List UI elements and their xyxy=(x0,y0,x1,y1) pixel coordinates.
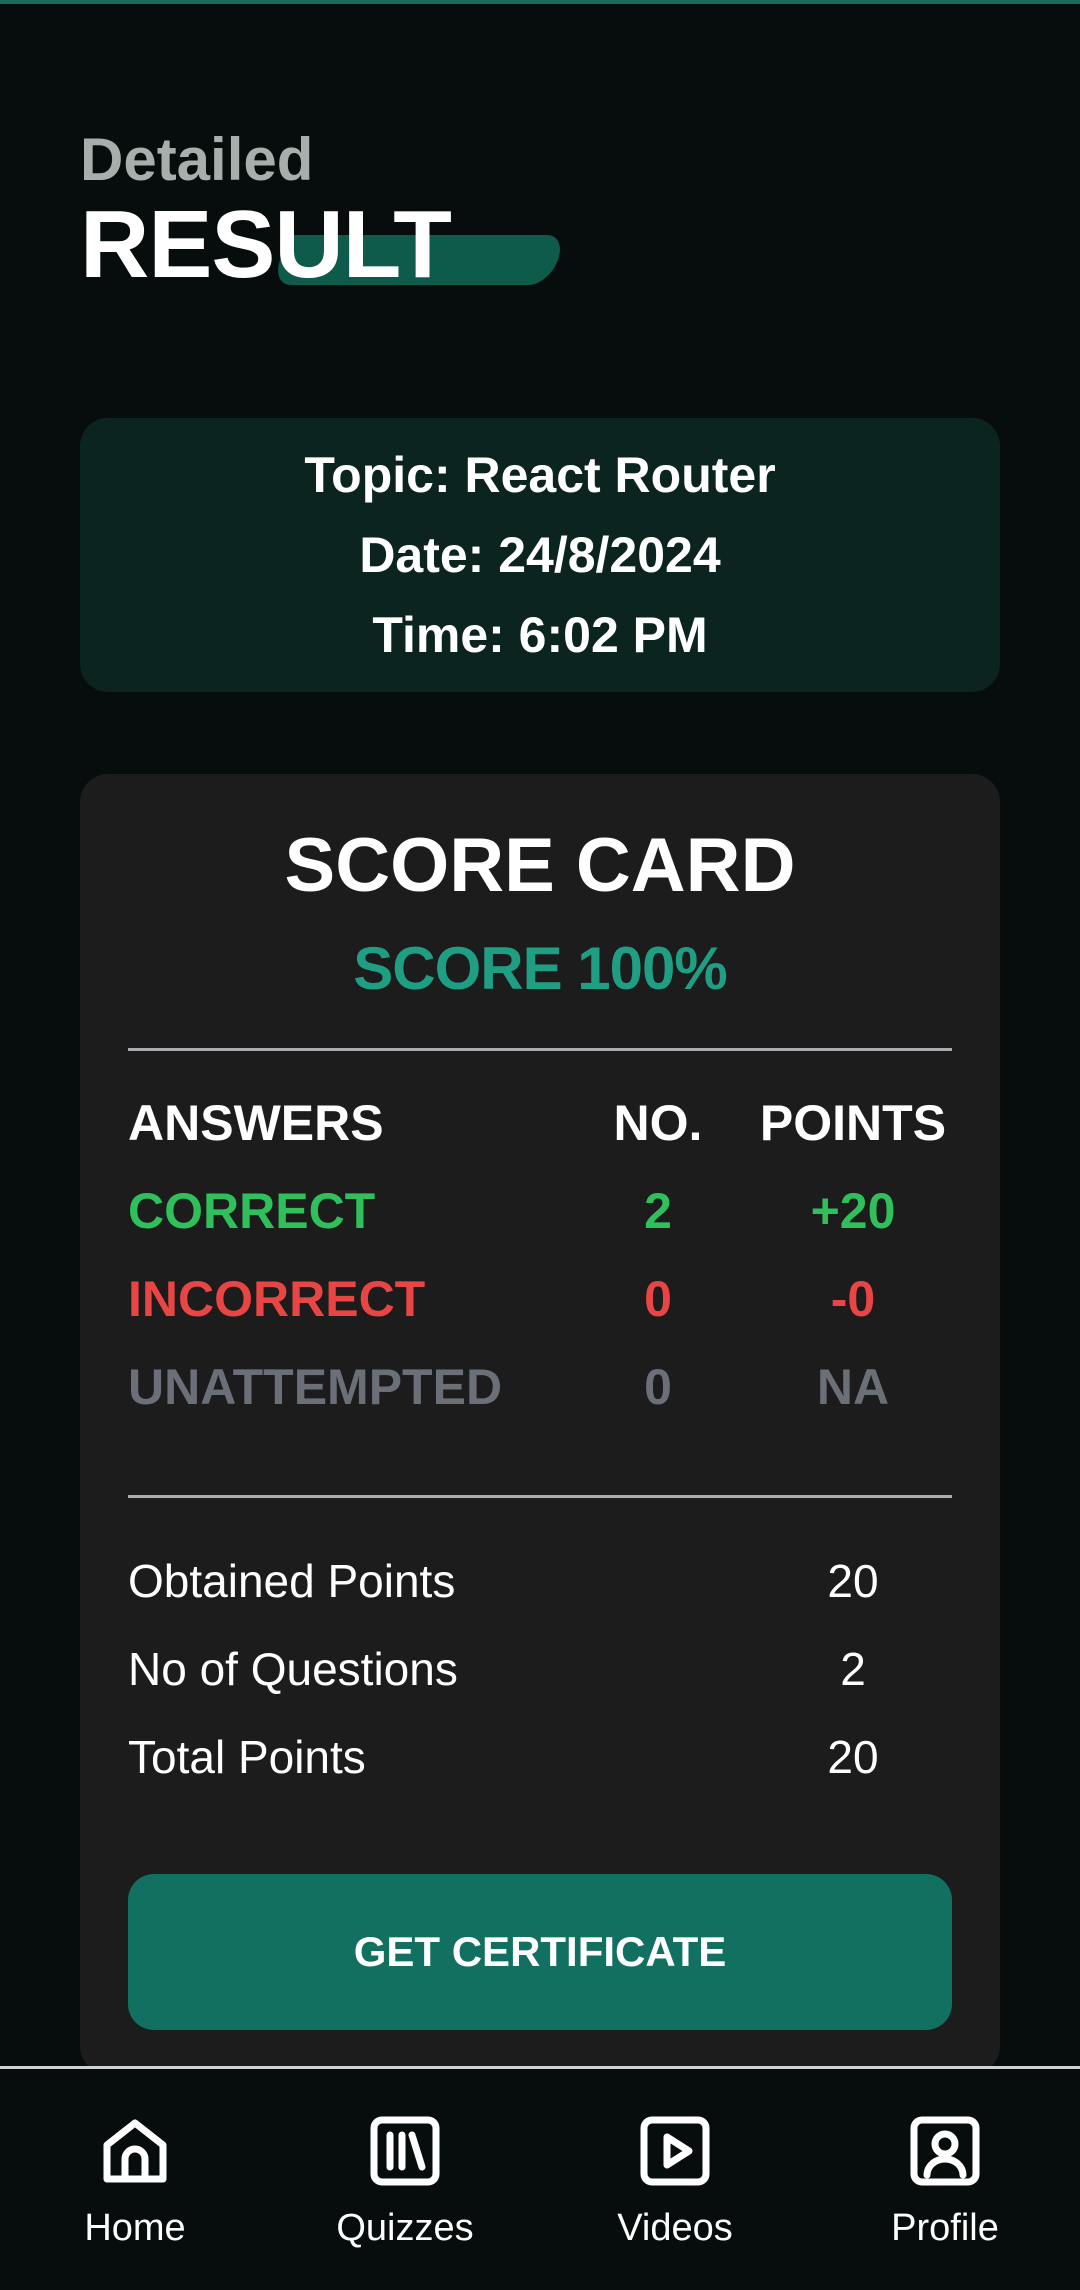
points-column-header: POINTS xyxy=(759,1095,947,1151)
total-points-row: Total Points 20 xyxy=(128,1730,952,1790)
library-icon xyxy=(370,2116,440,2186)
row-label: CORRECT xyxy=(128,1183,376,1239)
nav-label: Home xyxy=(84,2207,186,2249)
top-accent-bar xyxy=(0,0,1080,4)
header-title-wrap: RESULT xyxy=(80,191,568,298)
quiz-info-card: Topic: React Router Date: 24/8/2024 Time… xyxy=(80,418,1000,692)
summary-value: 20 xyxy=(827,1731,879,1783)
row-points: -0 xyxy=(830,1271,876,1327)
page-title: RESULT xyxy=(80,191,452,298)
summary-label: Total Points xyxy=(128,1731,366,1783)
summary-label: No of Questions xyxy=(128,1643,458,1695)
score-percentage: SCORE 100% xyxy=(353,935,728,1002)
summary-label: Obtained Points xyxy=(128,1555,456,1607)
answers-table-header: ANSWERS NO. POINTS xyxy=(128,1094,952,1154)
divider xyxy=(128,1495,952,1498)
score-card: SCORE CARD SCORE 100% ANSWERS NO. POINTS… xyxy=(80,774,1000,2074)
nav-label: Profile xyxy=(891,2207,999,2249)
row-label: INCORRECT xyxy=(128,1271,426,1327)
incorrect-row: INCORRECT 0 -0 xyxy=(128,1270,952,1330)
row-points: NA xyxy=(816,1359,890,1415)
result-screen: Detailed RESULT Topic: React Router Date… xyxy=(0,0,1080,2290)
date-text: Date: 24/8/2024 xyxy=(359,527,721,583)
question-count-row: No of Questions 2 xyxy=(128,1642,952,1702)
nav-label: Videos xyxy=(617,2207,733,2249)
nav-item-home[interactable]: Home xyxy=(0,2069,270,2290)
obtained-points-row: Obtained Points 20 xyxy=(128,1554,952,1614)
home-icon xyxy=(103,2119,167,2183)
row-points: +20 xyxy=(810,1183,896,1239)
nav-item-profile[interactable]: Profile xyxy=(810,2069,1080,2290)
time-text: Time: 6:02 PM xyxy=(372,607,708,663)
play-icon xyxy=(640,2116,710,2186)
bottom-nav: Home Quizzes Videos Profile xyxy=(0,2066,1080,2290)
user-badge-icon xyxy=(910,2116,980,2186)
unattempted-row: UNATTEMPTED 0 NA xyxy=(128,1358,952,1418)
no-column-header: NO. xyxy=(613,1095,703,1151)
row-count: 0 xyxy=(644,1359,672,1415)
score-card-title: SCORE CARD xyxy=(284,823,796,908)
page-header: Detailed RESULT xyxy=(80,125,568,298)
nav-item-videos[interactable]: Videos xyxy=(540,2069,810,2290)
divider xyxy=(128,1048,952,1051)
row-label: UNATTEMPTED xyxy=(128,1359,503,1415)
answers-column-header: ANSWERS xyxy=(128,1095,384,1151)
row-count: 2 xyxy=(644,1183,672,1239)
topic-text: Topic: React Router xyxy=(304,447,776,503)
nav-label: Quizzes xyxy=(336,2207,474,2249)
row-count: 0 xyxy=(644,1271,672,1327)
header-eyebrow: Detailed xyxy=(80,126,314,193)
correct-row: CORRECT 2 +20 xyxy=(128,1182,952,1242)
summary-value: 20 xyxy=(827,1555,879,1607)
nav-item-quizzes[interactable]: Quizzes xyxy=(270,2069,540,2290)
get-certificate-button[interactable]: GET CERTIFICATE xyxy=(128,1874,952,2030)
summary-value: 2 xyxy=(840,1643,866,1695)
